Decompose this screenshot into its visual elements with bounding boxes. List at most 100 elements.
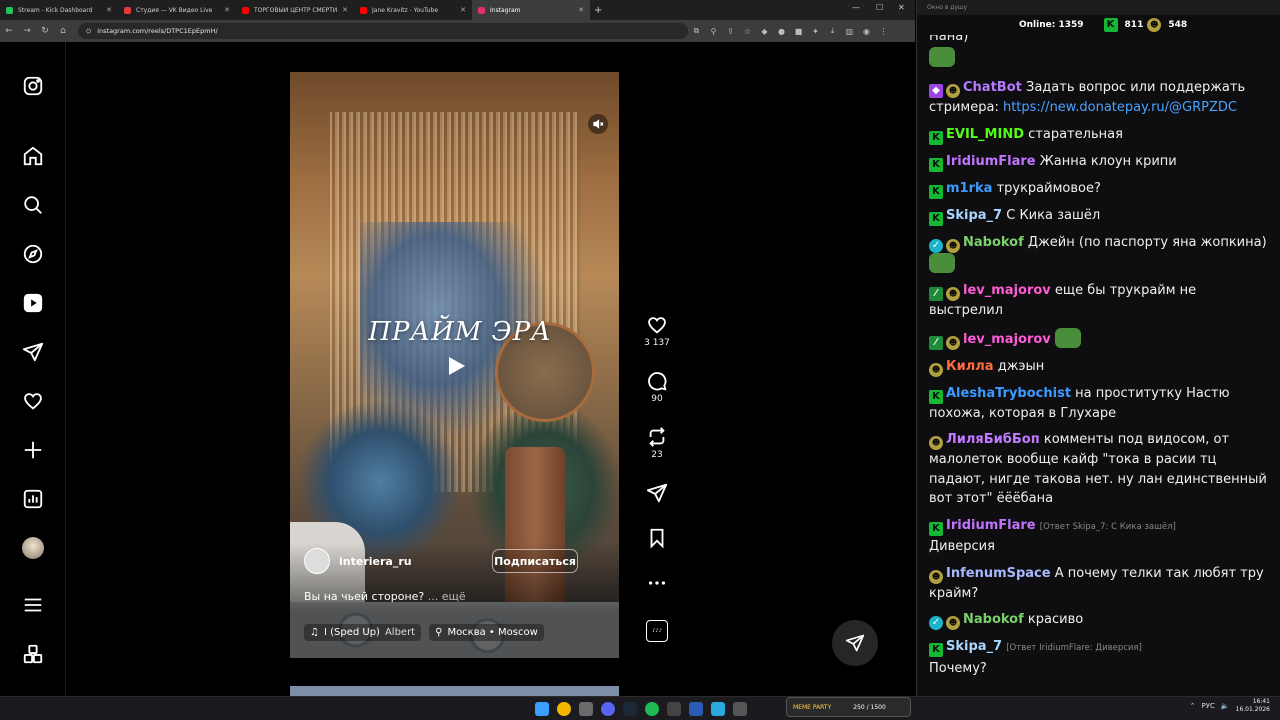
tab-close-icon[interactable]: ✕ [106, 6, 112, 14]
volume-icon[interactable]: 🔈 [1221, 702, 1230, 710]
kick-badge-icon: K [929, 389, 943, 404]
chat-username[interactable]: Килла [946, 359, 994, 374]
tab-close-icon[interactable]: ✕ [578, 6, 584, 14]
tab-close-icon[interactable]: ✕ [460, 6, 466, 14]
kick-badge-icon: K [929, 643, 943, 657]
zoom-icon[interactable]: ⚲ [705, 27, 722, 36]
original-audio-thumbnail[interactable]: ♪♪♪ [646, 620, 668, 642]
location-link[interactable]: ⚲ Москва • Moscow [429, 624, 544, 641]
extensions-puzzle-icon[interactable]: ✦ [807, 27, 824, 36]
profile-icon[interactable]: ◉ [858, 27, 875, 36]
share-button[interactable] [640, 482, 674, 508]
chat-username[interactable]: Skipa_7 [946, 208, 1002, 223]
start-menu-icon[interactable] [535, 702, 549, 716]
app-icon[interactable] [689, 702, 703, 716]
next-reel-preview[interactable] [290, 686, 619, 696]
site-info-icon[interactable]: ⛭ [86, 27, 91, 36]
chat-username[interactable]: Skipa_7 [946, 639, 1002, 654]
direct-messages-icon[interactable] [21, 340, 45, 364]
install-app-icon[interactable]: ⧉ [688, 26, 705, 36]
clock[interactable]: 16:41 16.01.2026 [1236, 698, 1270, 714]
browser-tab[interactable]: Студия — VK Видео Live ✕ [118, 0, 236, 20]
chat-username[interactable]: Nabokof [963, 612, 1024, 627]
browser-tab[interactable]: Instagram ✕ [472, 0, 590, 20]
maximize-button[interactable]: ☐ [876, 3, 883, 12]
repost-button[interactable]: 23 [640, 426, 674, 460]
chat-reply-reference[interactable]: [Ответ IridiumFlare: Диверсия] [1006, 643, 1142, 653]
chat-reply-reference[interactable]: [Ответ Skipa_7: С Кика зашёл] [1040, 522, 1176, 532]
tab-close-icon[interactable]: ✕ [224, 6, 230, 14]
bookmark-star-icon[interactable]: ☆ [739, 27, 756, 36]
chrome-icon[interactable] [557, 702, 571, 716]
chat-username[interactable]: lev_majorov [963, 283, 1051, 298]
tab-close-icon[interactable]: ✕ [342, 6, 348, 14]
audio-link[interactable]: ♫ I (Sped Up) Albert [304, 624, 422, 641]
extension-icon[interactable]: ■ [790, 27, 807, 36]
chat-username[interactable]: ChatBot [963, 80, 1022, 95]
create-plus-icon[interactable] [21, 438, 45, 462]
mute-toggle-icon[interactable] [588, 114, 608, 134]
telegram-icon[interactable] [711, 702, 725, 716]
obs-icon[interactable] [667, 702, 681, 716]
online-counter: Online: 1359 [1019, 20, 1084, 30]
chat-username[interactable]: IridiumFlare [946, 154, 1036, 169]
chat-username[interactable]: EVIL_MIND [946, 127, 1024, 142]
follow-button[interactable]: Подписаться [492, 549, 578, 573]
chat-link[interactable]: https://new.donatepay.ru/@GRPZDC [1003, 100, 1237, 115]
chat-username[interactable]: lev_majorov [963, 332, 1051, 347]
chat-username[interactable]: AleshaTrybochist [946, 386, 1071, 401]
profile-avatar[interactable] [21, 536, 45, 560]
more-options-button[interactable] [640, 572, 674, 598]
sidebar-icon[interactable]: ▥ [841, 27, 858, 36]
discord-icon[interactable] [601, 702, 615, 716]
chat-username[interactable]: InfenumSpace [946, 566, 1051, 581]
play-icon[interactable] [445, 355, 467, 377]
menu-icon[interactable]: ⋮ [875, 27, 892, 36]
app-icon[interactable] [733, 702, 747, 716]
browser-tab[interactable]: Jane Kravitz - YouTube ✕ [354, 0, 472, 20]
explore-compass-icon[interactable] [21, 242, 45, 266]
home-nav-icon[interactable] [21, 144, 45, 168]
pepe-badge-icon: ☻ [946, 287, 960, 301]
messages-fab[interactable] [832, 620, 878, 666]
share-icon[interactable]: ⇪ [722, 27, 739, 36]
like-button[interactable]: 3 137 [640, 314, 674, 348]
language-indicator[interactable]: РУС [1202, 702, 1215, 710]
save-button[interactable] [640, 527, 674, 553]
chat-username[interactable]: m1rka [946, 181, 992, 196]
url-input[interactable]: ⛭ instagram.com/reels/DTPC1EpEpmH/ [78, 23, 688, 39]
extension-icon[interactable]: ◆ [756, 27, 773, 36]
author-username[interactable]: interiera_ru [339, 555, 412, 568]
chat-username[interactable]: IridiumFlare [946, 518, 1036, 533]
author-avatar[interactable] [304, 548, 330, 574]
tray-arrow-icon[interactable]: ⌃ [1190, 702, 1196, 710]
reel-author[interactable]: interiera_ru [304, 548, 412, 574]
browser-tab[interactable]: Stream - Kick Dashboard ✕ [0, 0, 118, 20]
explorer-icon[interactable] [579, 702, 593, 716]
dashboard-chart-icon[interactable] [21, 487, 45, 511]
search-icon[interactable] [21, 193, 45, 217]
extension-icon[interactable]: ● [773, 27, 790, 36]
comment-button[interactable]: 90 [640, 370, 674, 404]
chat-message-text: джэын [997, 358, 1045, 374]
browser-tab[interactable]: ТОРГОВЫЙ ЦЕНТР СМЕРТИ - ✕ [236, 0, 354, 20]
meme-party-widget[interactable]: MEME PARTY 250 / 1500 [786, 697, 911, 717]
also-from-meta-icon[interactable] [21, 642, 45, 666]
chat-username[interactable]: ЛиляБибБоп [946, 432, 1040, 447]
chat-username[interactable]: Nabokof [963, 235, 1024, 250]
close-window-button[interactable]: ✕ [898, 3, 905, 12]
instagram-logo-icon[interactable] [21, 74, 45, 98]
home-icon[interactable]: ⌂ [54, 26, 72, 36]
new-tab-button[interactable]: + [594, 5, 602, 16]
notifications-heart-icon[interactable] [21, 389, 45, 413]
forward-icon[interactable]: → [18, 26, 36, 36]
spotify-icon[interactable] [645, 702, 659, 716]
reels-icon[interactable] [21, 291, 45, 315]
steam-icon[interactable] [623, 702, 637, 716]
more-menu-icon[interactable] [21, 593, 45, 617]
caption-more-link[interactable]: ... ещё [428, 590, 466, 603]
minimize-button[interactable]: — [852, 3, 860, 12]
reload-icon[interactable]: ↻ [36, 26, 54, 36]
back-icon[interactable]: ← [0, 26, 18, 36]
downloads-icon[interactable]: ⤓ [824, 26, 841, 36]
